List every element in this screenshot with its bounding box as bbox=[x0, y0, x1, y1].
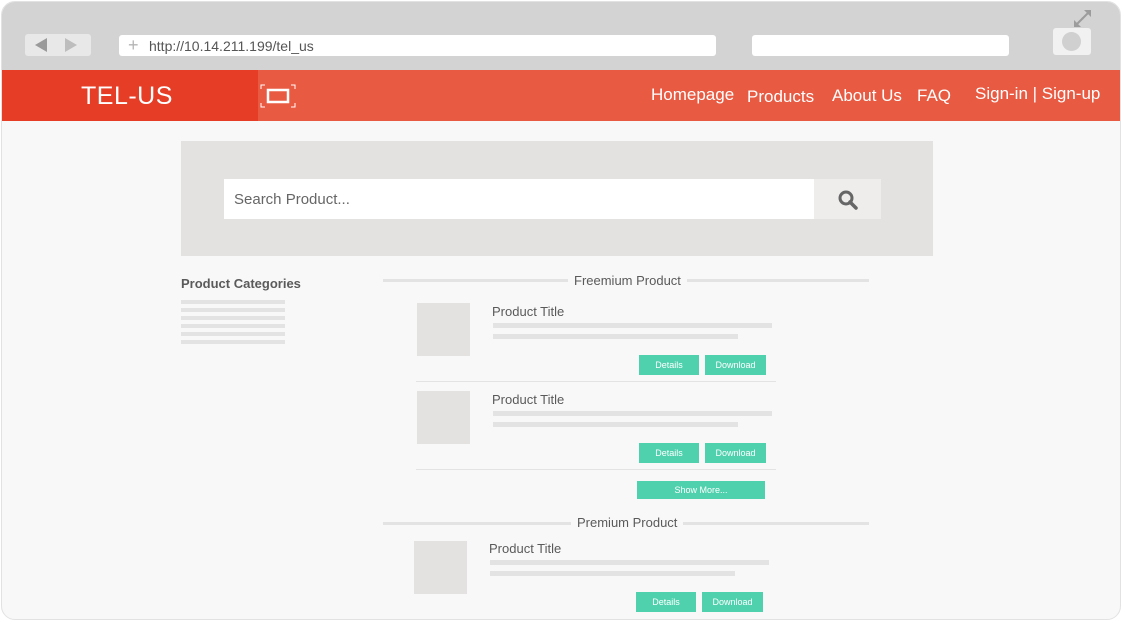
item-separator bbox=[416, 381, 776, 382]
nav-sign-in-sign-up[interactable]: Sign-in | Sign-up bbox=[975, 84, 1100, 104]
product-title[interactable]: Product Title bbox=[489, 541, 561, 556]
category-placeholder[interactable] bbox=[181, 340, 285, 344]
camera-lens bbox=[1062, 32, 1081, 51]
premium-heading: Premium Product bbox=[571, 515, 684, 530]
category-placeholder[interactable] bbox=[181, 316, 285, 320]
nav-homepage[interactable]: Homepage bbox=[651, 85, 734, 105]
nav-about-us[interactable]: About Us bbox=[832, 86, 902, 106]
plus-icon[interactable]: + bbox=[128, 35, 139, 56]
url-text[interactable]: http://10.14.211.199/tel_us bbox=[149, 35, 314, 57]
search-panel bbox=[181, 141, 933, 256]
category-placeholder[interactable] bbox=[181, 308, 285, 312]
category-placeholder[interactable] bbox=[181, 300, 285, 304]
product-title[interactable]: Product Title bbox=[492, 392, 564, 407]
browser-chrome: + http://10.14.211.199/tel_us bbox=[2, 2, 1120, 70]
details-button[interactable]: Details bbox=[639, 443, 699, 463]
site-header: TEL-US Homepage Products About Us FAQ Si… bbox=[2, 70, 1120, 121]
search-button[interactable] bbox=[814, 179, 881, 219]
category-placeholder[interactable] bbox=[181, 332, 285, 336]
nav-faq[interactable]: FAQ bbox=[917, 86, 951, 106]
product-categories-heading: Product Categories bbox=[181, 276, 301, 291]
download-button[interactable]: Download bbox=[705, 443, 766, 463]
product-thumbnail[interactable] bbox=[417, 391, 470, 444]
browser-window: + http://10.14.211.199/tel_us TEL-US Hom… bbox=[1, 1, 1121, 620]
product-description-line bbox=[490, 560, 769, 565]
download-button[interactable]: Download bbox=[702, 592, 763, 612]
product-thumbnail[interactable] bbox=[414, 541, 467, 594]
address-bar[interactable]: + http://10.14.211.199/tel_us bbox=[119, 35, 716, 56]
brand-block[interactable]: TEL-US bbox=[2, 70, 258, 121]
forward-arrow-icon[interactable] bbox=[65, 38, 77, 52]
product-description-line bbox=[493, 323, 772, 328]
product-description-line bbox=[493, 422, 738, 427]
product-description-line bbox=[493, 411, 772, 416]
details-button[interactable]: Details bbox=[639, 355, 699, 375]
nav-products[interactable]: Products bbox=[747, 87, 814, 107]
brand-logo-text[interactable]: TEL-US bbox=[81, 82, 173, 111]
product-thumbnail[interactable] bbox=[417, 303, 470, 356]
product-description-line bbox=[490, 571, 735, 576]
freemium-heading: Freemium Product bbox=[568, 273, 687, 288]
fullscreen-icon[interactable] bbox=[260, 84, 296, 108]
show-more-button[interactable]: Show More... bbox=[637, 481, 765, 499]
item-separator bbox=[416, 469, 776, 470]
search-icon bbox=[838, 190, 858, 210]
camera-icon[interactable] bbox=[1053, 28, 1091, 55]
back-arrow-icon[interactable] bbox=[35, 38, 47, 52]
product-search-input[interactable] bbox=[224, 179, 814, 219]
browser-search-field[interactable] bbox=[752, 35, 1009, 56]
product-description-line bbox=[493, 334, 738, 339]
category-placeholder[interactable] bbox=[181, 324, 285, 328]
history-nav bbox=[25, 34, 91, 56]
expand-icon[interactable] bbox=[1072, 8, 1092, 28]
product-title[interactable]: Product Title bbox=[492, 304, 564, 319]
download-button[interactable]: Download bbox=[705, 355, 766, 375]
details-button[interactable]: Details bbox=[636, 592, 696, 612]
